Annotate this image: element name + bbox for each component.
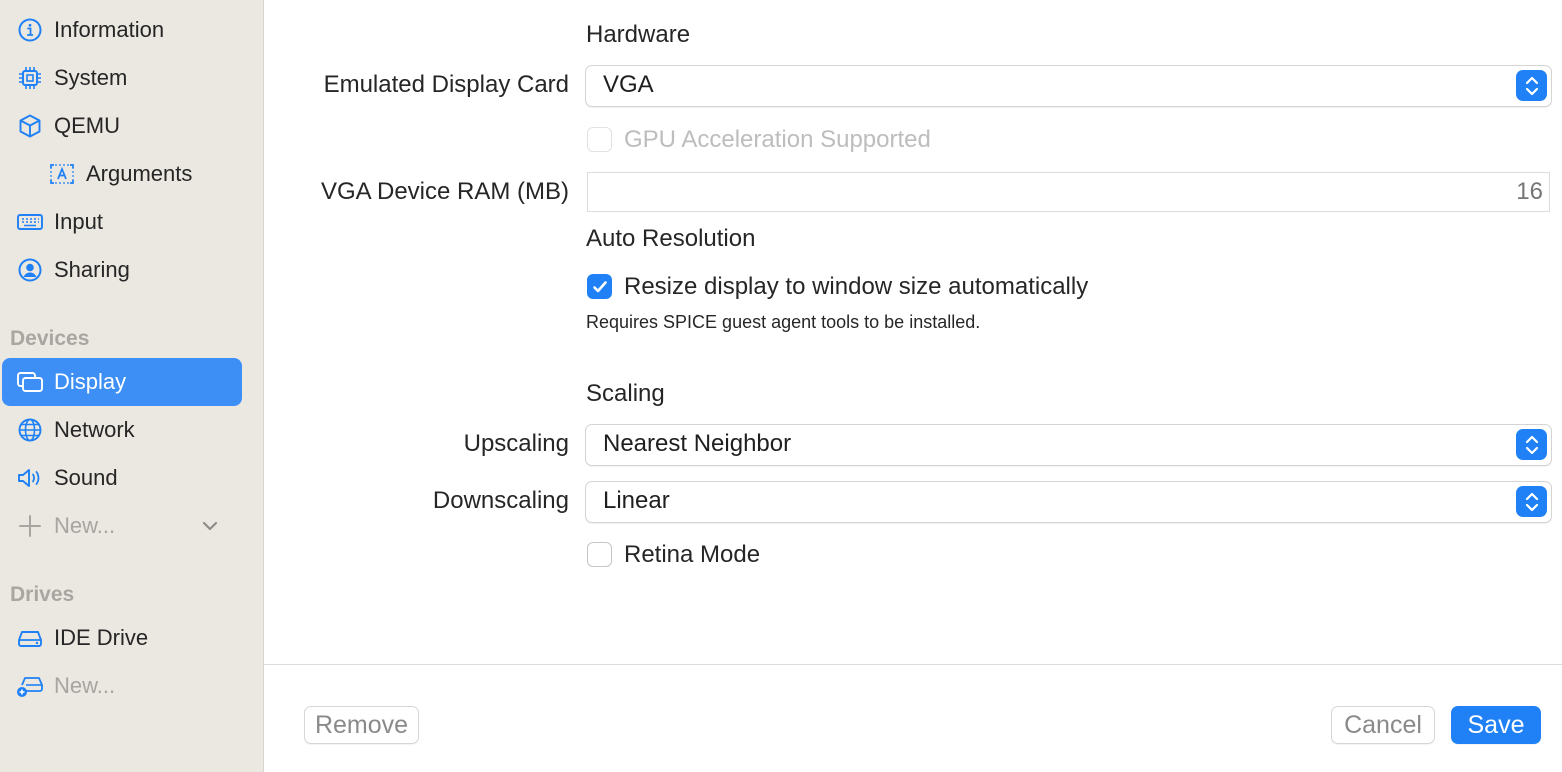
sidebar-item-label: Arguments	[86, 161, 193, 186]
sidebar-item-label: Sharing	[54, 257, 130, 282]
sidebar-item-label: Sound	[54, 465, 118, 490]
gpu-acceleration-label: GPU Acceleration Supported	[624, 126, 931, 153]
add-drive-icon	[16, 672, 44, 700]
plus-icon	[16, 512, 44, 540]
chevron-down-icon[interactable]	[198, 514, 222, 538]
gpu-acceleration-checkbox[interactable]	[587, 127, 612, 152]
sidebar-item-label: Information	[54, 17, 165, 42]
sidebar-item-ide-drive[interactable]: IDE Drive	[2, 614, 242, 662]
new-drive-button[interactable]: New...	[2, 662, 242, 710]
upscaling-label: Upscaling	[463, 430, 569, 457]
display-card-value: VGA	[603, 71, 654, 98]
select-stepper-icon	[1516, 429, 1547, 460]
vga-ram-input[interactable]	[588, 173, 1549, 211]
sidebar-item-input[interactable]: Input	[2, 198, 242, 246]
hardware-heading: Hardware	[586, 21, 691, 48]
display-card-select[interactable]: VGA	[585, 65, 1552, 107]
sidebar-item-label: New...	[54, 513, 116, 538]
resize-display-label: Resize display to window size automatica…	[624, 273, 1089, 300]
info-icon	[16, 16, 44, 44]
upscaling-value: Nearest Neighbor	[603, 430, 792, 457]
sidebar-item-sharing[interactable]: Sharing	[2, 246, 242, 294]
save-button[interactable]: Save	[1451, 706, 1541, 744]
sidebar-item-display[interactable]: Display	[2, 358, 242, 406]
keyboard-icon	[16, 208, 44, 236]
resize-display-checkbox[interactable]	[587, 274, 612, 299]
cube-icon	[16, 112, 44, 140]
downscaling-select[interactable]: Linear	[585, 481, 1552, 523]
checkmark-icon	[592, 280, 607, 292]
sidebar: Information System QEMU Arguments Input …	[0, 0, 264, 772]
sidebar-item-sound[interactable]: Sound	[2, 454, 242, 502]
devices-section-header: Devices	[10, 327, 90, 350]
upscaling-select[interactable]: Nearest Neighbor	[585, 424, 1552, 466]
sidebar-item-label: Network	[54, 417, 135, 442]
display-icon	[16, 368, 44, 396]
sidebar-item-label: IDE Drive	[54, 625, 149, 650]
sidebar-item-label: Display	[54, 369, 127, 394]
select-stepper-icon	[1516, 70, 1547, 101]
retina-mode-checkbox[interactable]	[587, 542, 612, 567]
globe-icon	[16, 416, 44, 444]
retina-mode-label: Retina Mode	[624, 541, 761, 568]
speaker-icon	[16, 464, 44, 492]
display-card-label: Emulated Display Card	[323, 71, 569, 98]
sidebar-item-label: New...	[54, 673, 116, 698]
sidebar-item-label: QEMU	[54, 113, 120, 138]
drives-section-header: Drives	[10, 583, 75, 606]
sidebar-item-label: System	[54, 65, 128, 90]
remove-button[interactable]: Remove	[304, 706, 419, 744]
downscaling-label: Downscaling	[432, 487, 569, 514]
vga-ram-label: VGA Device RAM (MB)	[320, 178, 569, 205]
sidebar-item-arguments[interactable]: Arguments	[2, 150, 242, 198]
cpu-icon	[16, 64, 44, 92]
cancel-button[interactable]: Cancel	[1331, 706, 1435, 744]
person-circle-icon	[16, 256, 44, 284]
auto-resolution-heading: Auto Resolution	[586, 225, 756, 252]
arguments-icon	[48, 160, 76, 188]
scaling-heading: Scaling	[586, 380, 665, 407]
sidebar-item-information[interactable]: Information	[2, 6, 242, 54]
sidebar-item-label: Input	[54, 209, 103, 234]
select-stepper-icon	[1516, 486, 1547, 517]
drive-icon	[16, 624, 44, 652]
vga-ram-field[interactable]	[587, 172, 1550, 212]
sidebar-item-qemu[interactable]: QEMU	[2, 102, 242, 150]
footer-divider	[264, 664, 1562, 665]
downscaling-value: Linear	[603, 487, 670, 514]
spice-agent-note: Requires SPICE guest agent tools to be i…	[586, 312, 981, 332]
sidebar-item-network[interactable]: Network	[2, 406, 242, 454]
sidebar-item-system[interactable]: System	[2, 54, 242, 102]
